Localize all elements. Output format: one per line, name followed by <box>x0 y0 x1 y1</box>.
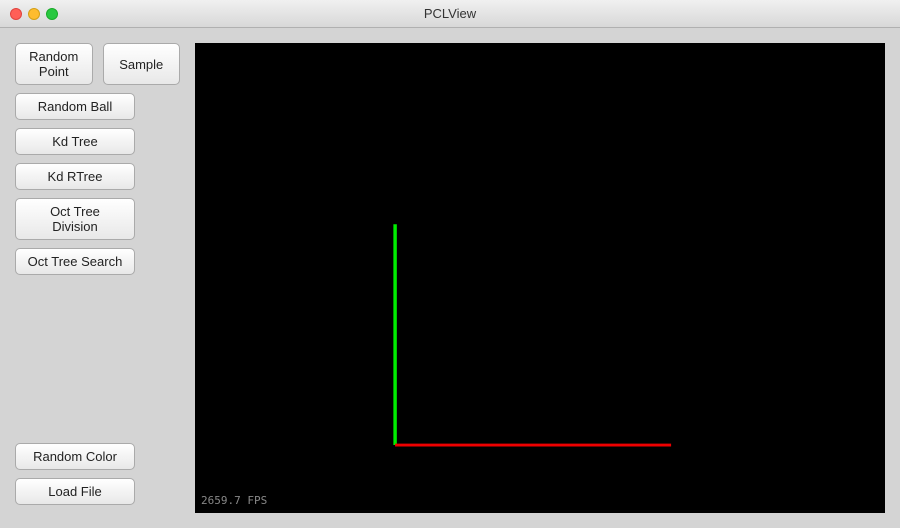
spacer <box>15 283 180 443</box>
window-controls[interactable] <box>10 8 58 20</box>
random-point-button[interactable]: Random Point <box>15 43 93 85</box>
top-button-row: Random Point Sample <box>15 43 180 85</box>
main-content: Random Point Sample Random Ball Kd Tree … <box>0 28 900 528</box>
fps-display: 2659.7 FPS <box>201 494 267 507</box>
oct-tree-division-button[interactable]: Oct Tree Division <box>15 198 135 240</box>
oct-tree-search-button[interactable]: Oct Tree Search <box>15 248 135 275</box>
load-file-button[interactable]: Load File <box>15 478 135 505</box>
random-ball-button[interactable]: Random Ball <box>15 93 135 120</box>
title-bar: PCLView <box>0 0 900 28</box>
minimize-button[interactable] <box>28 8 40 20</box>
viewport-canvas <box>195 43 885 513</box>
viewport[interactable]: 2659.7 FPS <box>195 43 885 513</box>
left-panel: Random Point Sample Random Ball Kd Tree … <box>0 28 195 528</box>
maximize-button[interactable] <box>46 8 58 20</box>
close-button[interactable] <box>10 8 22 20</box>
sample-button[interactable]: Sample <box>103 43 181 85</box>
kd-tree-button[interactable]: Kd Tree <box>15 128 135 155</box>
random-color-button[interactable]: Random Color <box>15 443 135 470</box>
kd-rtree-button[interactable]: Kd RTree <box>15 163 135 190</box>
window-title: PCLView <box>424 6 476 21</box>
